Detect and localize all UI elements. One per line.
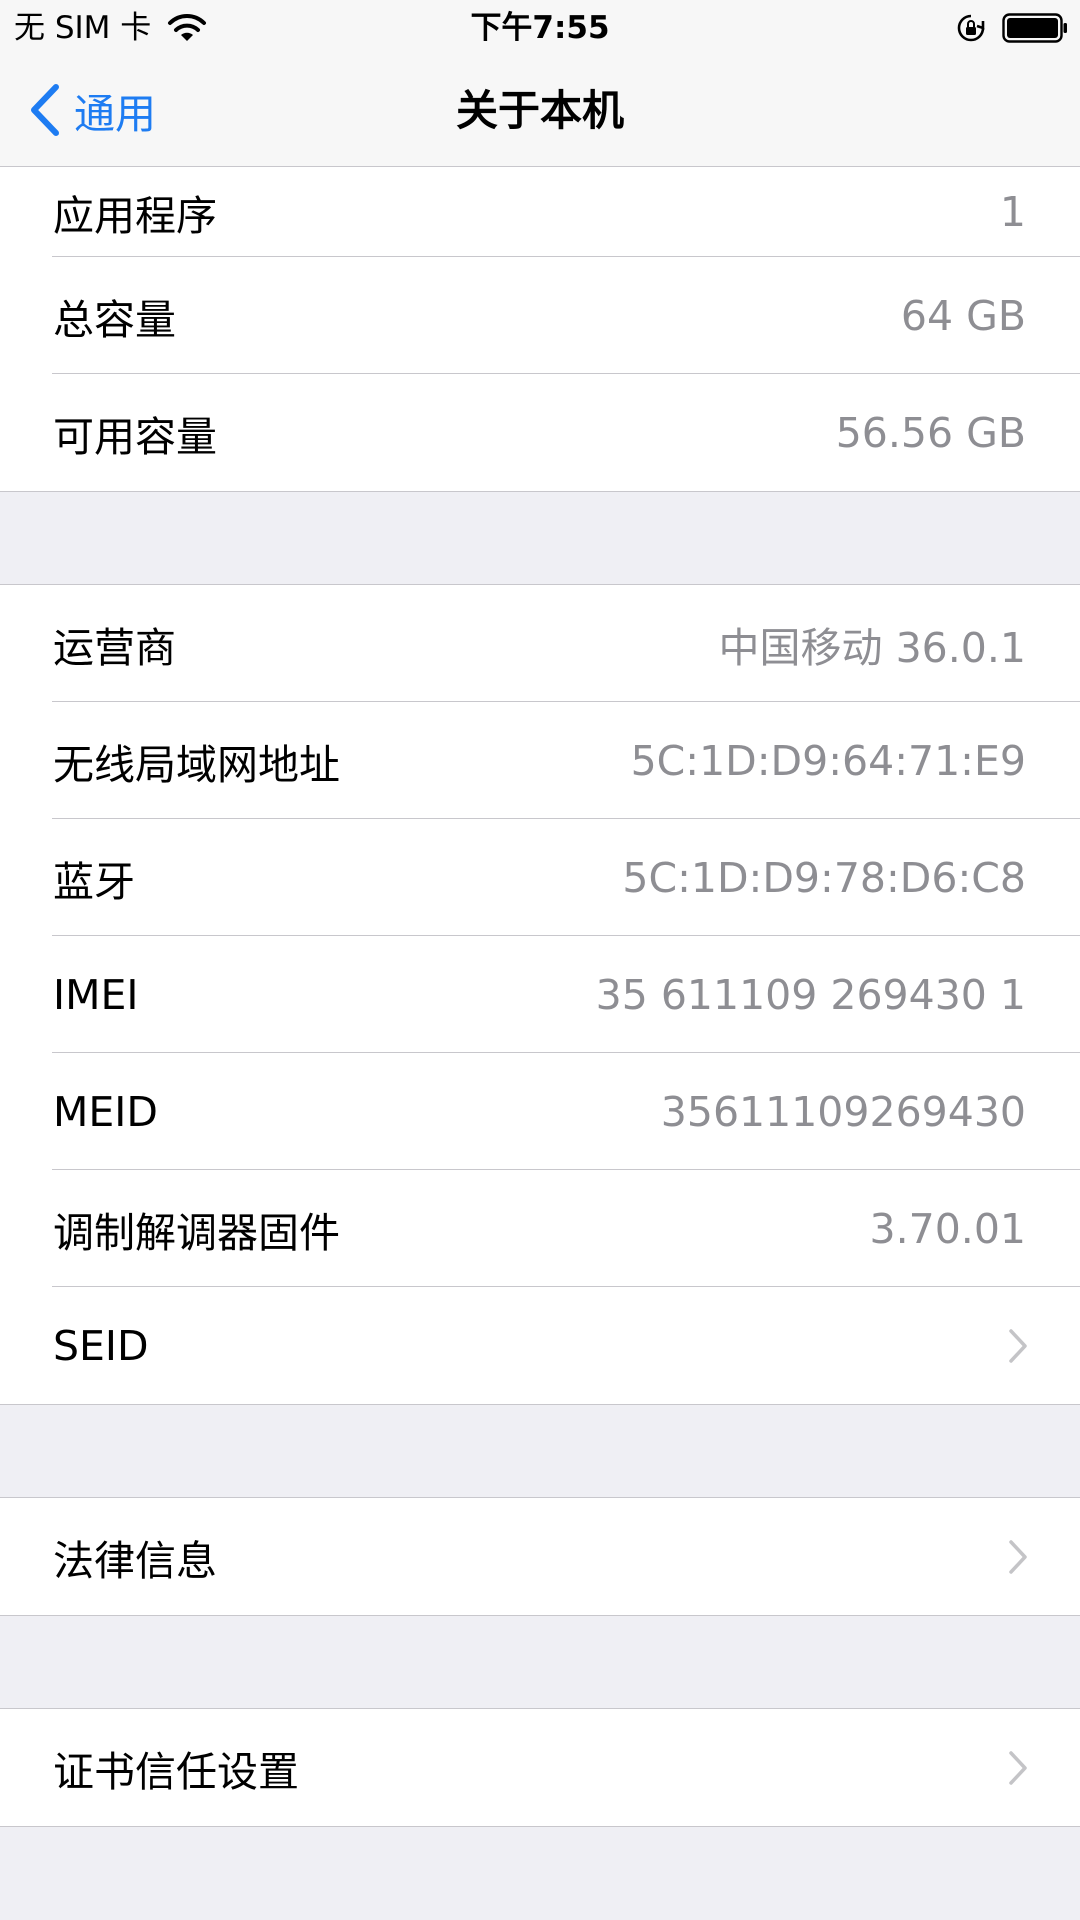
row-wifi-address: 无线局域网地址 5C:1D:D9:64:71:E9 [0,702,1080,819]
row-certificate-trust-settings[interactable]: 证书信任设置 [0,1709,1080,1826]
row-label: 蓝牙 [53,857,135,906]
row-legal-info[interactable]: 法律信息 [0,1498,1080,1615]
row-label: 法律信息 [53,1536,217,1585]
row-value: 5C:1D:D9:78:D6:C8 [622,853,1026,902]
row-imei: IMEI 35 611109 269430 1 [0,936,1080,1053]
row-value: 35 611109 269430 1 [595,970,1026,1019]
row-label: IMEI [53,970,139,1019]
chevron-right-icon [1009,1328,1027,1363]
row-available-capacity: 可用容量 56.56 GB [0,374,1080,491]
row-modem-firmware: 调制解调器固件 3.70.01 [0,1170,1080,1287]
row-value: 3.70.01 [869,1204,1027,1253]
row-total-capacity: 总容量 64 GB [0,257,1080,374]
legal-section: 法律信息 [0,1497,1080,1616]
row-label: 总容量 [53,295,176,344]
row-label: 证书信任设置 [53,1747,299,1796]
row-label: SEID [53,1321,149,1370]
row-meid: MEID 35611109269430 [0,1053,1080,1170]
row-value: 56.56 GB [835,408,1026,457]
certificate-section: 证书信任设置 [0,1708,1080,1827]
row-label: 无线局域网地址 [53,740,340,789]
status-right [956,8,1068,48]
row-label: 应用程序 [53,192,217,240]
row-applications: 应用程序 1 [0,167,1080,257]
battery-icon [1002,13,1067,43]
rotation-lock-icon [957,14,985,42]
status-time: 下午7:55 [470,10,610,46]
row-value: 35611109269430 [660,1087,1026,1136]
row-label: 调制解调器固件 [53,1208,340,1257]
chevron-right-icon [1009,1539,1027,1574]
chevron-right-icon [1009,1750,1027,1785]
status-bar: 无 SIM 卡 下午7:55 [0,0,1080,56]
network-section: 运营商 中国移动 36.0.1 无线局域网地址 5C:1D:D9:64:71:E… [0,584,1080,1405]
storage-section: 应用程序 1 总容量 64 GB 可用容量 56.56 GB [0,167,1080,492]
navigation-bar: 通用 关于本机 [0,56,1080,167]
page-title: 关于本机 [455,86,624,135]
settings-list: 应用程序 1 总容量 64 GB 可用容量 56.56 GB 运营商 中国移动 … [0,167,1080,1827]
row-value: 64 GB [900,291,1026,340]
row-label: 运营商 [53,623,176,672]
row-carrier: 运营商 中国移动 36.0.1 [0,585,1080,702]
row-value: 5C:1D:D9:64:71:E9 [630,736,1026,785]
row-label: 可用容量 [53,412,217,461]
row-value: 中国移动 36.0.1 [718,623,1026,672]
row-bluetooth: 蓝牙 5C:1D:D9:78:D6:C8 [0,819,1080,936]
row-seid[interactable]: SEID [0,1287,1080,1404]
row-label: MEID [53,1087,158,1136]
row-value: 1 [999,188,1026,236]
